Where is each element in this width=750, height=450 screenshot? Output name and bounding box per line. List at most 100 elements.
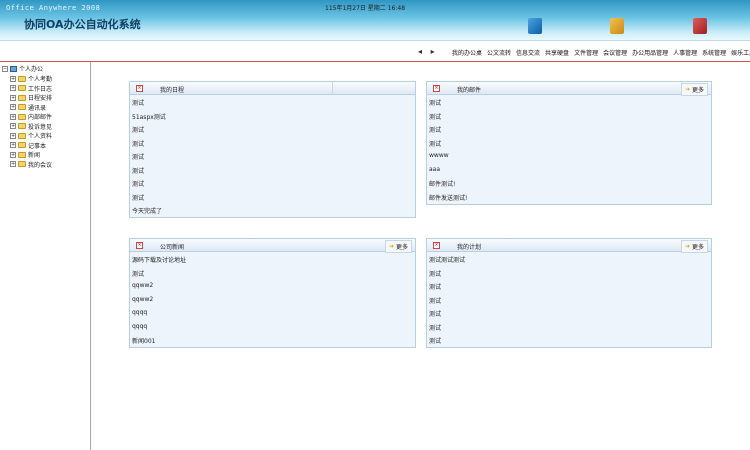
list-item[interactable]: wwww: [429, 152, 709, 166]
list-item[interactable]: 测试: [429, 125, 709, 139]
tree-item-meetings[interactable]: + 我的会议: [10, 160, 52, 170]
list-item[interactable]: 测试: [429, 296, 709, 310]
header-divider: [332, 82, 333, 95]
tree-item-notepad[interactable]: + 记事本: [10, 141, 52, 151]
list-item[interactable]: 测试: [429, 336, 709, 350]
list-item[interactable]: 邮件测试!: [429, 179, 709, 193]
logout-icon[interactable]: [693, 18, 707, 34]
tree-item-work-log[interactable]: + 工作日志: [10, 84, 52, 94]
list-item[interactable]: 测试: [132, 179, 413, 193]
list-item[interactable]: qqqq: [132, 309, 413, 323]
more-link[interactable]: ➔ 更多: [680, 240, 708, 253]
nav-item-document-flow[interactable]: 公文流转: [487, 48, 511, 57]
nav-item-desk[interactable]: 我的办公桌: [452, 48, 482, 57]
tree-item-contacts[interactable]: + 通讯录: [10, 103, 52, 113]
list-item[interactable]: 测试: [429, 269, 709, 283]
computer-icon: [10, 65, 17, 72]
folder-icon: [18, 113, 26, 120]
list-item[interactable]: 测试: [429, 112, 709, 126]
list-item[interactable]: 测试: [429, 282, 709, 296]
tree-item-label: 内部邮件: [28, 114, 53, 122]
more-label: 更多: [691, 87, 704, 94]
list-item[interactable]: 今天完成了: [132, 206, 413, 220]
list-item[interactable]: 测试: [429, 323, 709, 337]
list-item[interactable]: 测试测试测试: [429, 255, 709, 269]
list-item[interactable]: 邮件发送测试!: [429, 193, 709, 207]
expand-icon[interactable]: +: [10, 104, 16, 111]
list-item[interactable]: 测试: [429, 309, 709, 323]
nav-item-office-supplies[interactable]: 办公用品管理: [632, 48, 668, 57]
collapse-icon[interactable]: −: [2, 65, 8, 72]
list-item[interactable]: qqww2: [132, 296, 413, 310]
user-online-icon[interactable]: [610, 18, 624, 34]
expand-icon[interactable]: +: [10, 142, 16, 149]
tree-item-news[interactable]: + 新闻: [10, 150, 52, 160]
list-item[interactable]: 51aspx测试: [132, 112, 413, 126]
tree-item-label: 个人考勤: [28, 76, 53, 84]
tree-item-schedule[interactable]: + 日程安排: [10, 93, 52, 103]
tree-root-label: 个人办公: [19, 66, 44, 73]
tree-item-feedback[interactable]: + 投诉意见: [10, 122, 52, 132]
nav-menu: 我的办公桌 公文流转 信息交流 共享硬盘 文件管理 会议管理 办公用品管理 人事…: [452, 48, 750, 57]
expand-icon[interactable]: +: [10, 94, 16, 101]
mail-panel: × 我的邮件 ➔ 更多 测试 测试 测试 测试 wwww aaa 邮件测试! 邮件…: [426, 81, 712, 205]
nav-item-shared-disk[interactable]: 共享硬盘: [545, 48, 569, 57]
list-item[interactable]: 测试: [132, 193, 413, 207]
panel-title: 公司新闻: [160, 244, 185, 251]
folder-icon: [18, 123, 26, 130]
list-item[interactable]: 源码下载及讨论地址: [132, 255, 413, 269]
list-item[interactable]: 测试: [429, 98, 709, 112]
more-link[interactable]: ➔ 更多: [384, 240, 412, 253]
tree-item-label: 个人资料: [28, 133, 53, 141]
nav-forward-icon[interactable]: ▸: [431, 47, 435, 56]
messenger-icon[interactable]: [528, 18, 542, 34]
expand-icon[interactable]: +: [10, 151, 16, 158]
list-item[interactable]: qqqq: [132, 323, 413, 337]
nav-item-meetings[interactable]: 会议管理: [603, 48, 627, 57]
list-item[interactable]: qqww2: [132, 282, 413, 296]
folder-icon: [18, 132, 26, 139]
panel-header: × 我的日程: [130, 82, 415, 95]
panel-header: × 公司新闻 ➔ 更多: [130, 239, 415, 253]
nav-item-file-management[interactable]: 文件管理: [574, 48, 598, 57]
list-item[interactable]: 测试: [132, 139, 413, 153]
expand-icon[interactable]: +: [10, 75, 16, 82]
expand-icon[interactable]: +: [10, 161, 16, 168]
close-icon[interactable]: ×: [433, 242, 440, 249]
list-item[interactable]: 测试: [132, 98, 413, 112]
list-item[interactable]: 测试: [132, 125, 413, 139]
list-item[interactable]: 新闻001: [132, 336, 413, 350]
expand-icon[interactable]: +: [10, 132, 16, 139]
close-icon[interactable]: ×: [136, 242, 143, 249]
nav-item-entertainment[interactable]: 娱乐工具: [731, 48, 750, 57]
main-nav: ◂ ▸ 我的办公桌 公文流转 信息交流 共享硬盘 文件管理 会议管理 办公用品管…: [0, 40, 750, 62]
tree-item-internal-mail[interactable]: + 内部邮件: [10, 112, 52, 122]
nav-back-icon[interactable]: ◂: [418, 47, 422, 56]
more-link[interactable]: ➔ 更多: [680, 83, 708, 96]
tree-item-attendance[interactable]: + 个人考勤: [10, 74, 52, 84]
more-arrow-icon: ➔: [684, 86, 690, 93]
close-icon[interactable]: ×: [136, 85, 143, 92]
list-item[interactable]: 测试: [132, 166, 413, 180]
tree-root[interactable]: − 个人办公: [2, 64, 43, 73]
nav-item-messaging[interactable]: 信息交流: [516, 48, 540, 57]
close-icon[interactable]: ×: [433, 85, 440, 92]
expand-icon[interactable]: +: [10, 85, 16, 92]
list-item[interactable]: 测试: [132, 152, 413, 166]
datetime-display: 115年1月27日 星期二 16:48: [325, 5, 406, 12]
nav-item-system[interactable]: 系统管理: [702, 48, 726, 57]
list-item[interactable]: aaa: [429, 166, 709, 180]
nav-item-hr[interactable]: 人事管理: [673, 48, 697, 57]
expand-icon[interactable]: +: [10, 123, 16, 130]
more-label: 更多: [395, 244, 408, 251]
nav-arrows: ◂ ▸: [418, 47, 441, 56]
plan-panel: × 我的计划 ➔ 更多 测试测试测试 测试 测试 测试 测试 测试 测试: [426, 238, 712, 348]
panel-header: × 我的计划 ➔ 更多: [427, 239, 711, 253]
list-item[interactable]: 测试: [132, 269, 413, 283]
tree-item-label: 工作日志: [28, 85, 53, 93]
list-item[interactable]: 测试: [429, 139, 709, 153]
brand-english: Office Anywhere 2008: [6, 4, 101, 12]
expand-icon[interactable]: +: [10, 113, 16, 120]
tree-item-label: 我的会议: [28, 161, 53, 169]
tree-item-profile[interactable]: + 个人资料: [10, 131, 52, 141]
